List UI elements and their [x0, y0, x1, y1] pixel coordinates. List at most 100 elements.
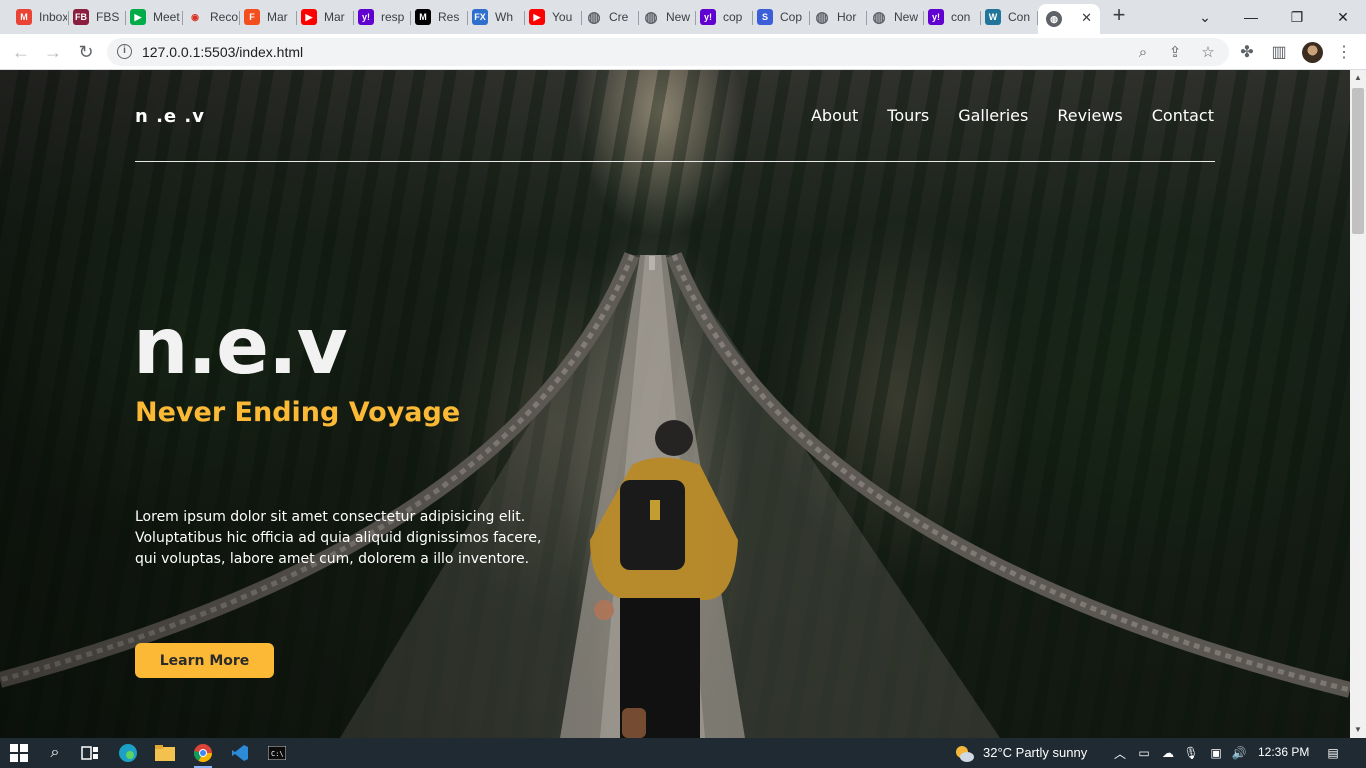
nav-tours[interactable]: Tours: [887, 106, 929, 125]
back-button[interactable]: ←: [9, 40, 33, 64]
extensions-icon[interactable]: ✤: [1237, 42, 1257, 62]
reload-button[interactable]: ↻: [74, 40, 98, 64]
nav-galleries[interactable]: Galleries: [958, 106, 1028, 125]
record-icon: ◉: [191, 11, 199, 22]
new-tab-button[interactable]: +: [1108, 4, 1130, 27]
fbs-icon: FB: [73, 9, 89, 25]
browser-tab[interactable]: y! resp: [350, 4, 411, 30]
chevron-up-icon[interactable]: ︿: [1112, 745, 1128, 761]
tab-title: Cop: [780, 10, 803, 24]
file-explorer-icon[interactable]: [154, 742, 176, 764]
globe-icon: ◍: [644, 9, 658, 26]
clock[interactable]: 12:36 PM: [1258, 745, 1309, 759]
youtube-icon: ▶: [529, 9, 545, 25]
browser-tab[interactable]: M Inbox: [8, 4, 69, 30]
browser-tab[interactable]: ◉ Record: [179, 4, 240, 30]
tab-title: Record: [210, 10, 238, 24]
nav-divider: [135, 161, 1215, 162]
search-icon[interactable]: ⌕: [44, 742, 66, 764]
browser-tab[interactable]: y! con: [920, 4, 981, 30]
browser-tab[interactable]: ▶ You: [521, 4, 582, 30]
browser-tab[interactable]: ◍ New: [863, 4, 924, 30]
tab-title: New: [894, 10, 919, 24]
url-text[interactable]: 127.0.0.1:5503/index.html: [142, 44, 303, 60]
network-icon[interactable]: ▣: [1208, 745, 1224, 761]
nav-about[interactable]: About: [811, 106, 858, 125]
tab-active[interactable]: ◍ ✕: [1038, 4, 1100, 34]
tab-title: Meet: [153, 10, 180, 24]
browser-tab[interactable]: ▶ Mar: [293, 4, 354, 30]
browser-tab[interactable]: W Con: [977, 4, 1038, 30]
youtube-icon: ▶: [301, 9, 317, 25]
forward-button[interactable]: →: [41, 40, 65, 64]
learn-more-button[interactable]: Learn More: [135, 643, 274, 678]
tab-title: FBS: [96, 10, 120, 24]
close-window-button[interactable]: ✕: [1320, 0, 1366, 34]
tab-title: cop: [723, 10, 743, 24]
browser-tab[interactable]: M Res: [407, 4, 468, 30]
browser-tab[interactable]: ◍ Hor: [806, 4, 867, 30]
windows-taskbar: ⌕ C:\ 32°C Partly sunny ︿ ▭ ☁ 🎙 ▣ 🔊 12:3…: [0, 738, 1366, 768]
tab-title: Cre: [609, 10, 629, 24]
vscode-icon[interactable]: [229, 742, 251, 764]
battery-icon[interactable]: ▭: [1136, 745, 1152, 761]
maximize-button[interactable]: ❐: [1274, 0, 1320, 34]
page-scrollbar[interactable]: ▲ ▼: [1350, 70, 1366, 738]
weather-icon[interactable]: [953, 743, 975, 763]
onedrive-icon[interactable]: ☁: [1160, 745, 1176, 761]
globe-icon: ◍: [587, 9, 601, 26]
tab-title: Mar: [267, 10, 288, 24]
windows-start-icon[interactable]: [8, 742, 30, 764]
fx-icon: FX: [472, 9, 488, 25]
browser-tab[interactable]: y! cop: [692, 4, 753, 30]
menu-icon[interactable]: ⋮: [1334, 42, 1354, 62]
nav-reviews[interactable]: Reviews: [1057, 106, 1122, 125]
bookmark-star-icon[interactable]: ☆: [1199, 43, 1217, 61]
browser-tab[interactable]: FX Wh: [464, 4, 525, 30]
globe-icon: ◍: [1046, 11, 1062, 27]
yahoo-icon: y!: [358, 9, 374, 25]
site-logo[interactable]: n .e .v: [135, 106, 205, 127]
site-info-icon[interactable]: i: [117, 44, 132, 59]
chrome-icon[interactable]: [192, 742, 214, 768]
browser-tab[interactable]: ◍ Cre: [578, 4, 639, 30]
weather-text[interactable]: 32°C Partly sunny: [983, 745, 1087, 760]
browser-toolbar: ← → ↻ i 127.0.0.1:5503/index.html ⌕ ⇪ ☆ …: [0, 34, 1366, 70]
browser-tab[interactable]: F Mar: [236, 4, 297, 30]
browser-tab[interactable]: S Cop: [749, 4, 810, 30]
minimize-button[interactable]: —: [1228, 0, 1274, 34]
yahoo-icon: y!: [928, 9, 944, 25]
close-tab-icon[interactable]: ✕: [1081, 10, 1092, 26]
page-viewport: n .e .v About Tours Galleries Reviews Co…: [0, 70, 1350, 738]
terminal-icon[interactable]: C:\: [266, 742, 288, 764]
edge-icon[interactable]: [117, 742, 139, 764]
share-icon[interactable]: ⇪: [1166, 43, 1184, 61]
meet-icon: ▶: [130, 9, 146, 25]
globe-icon: ◍: [872, 9, 886, 26]
nav-contact[interactable]: Contact: [1152, 106, 1214, 125]
tab-title: You: [552, 10, 573, 24]
tab-title: New: [666, 10, 691, 24]
tab-title: Inbox: [39, 10, 67, 24]
zoom-icon[interactable]: ⌕: [1134, 43, 1152, 61]
svg-text:C:\: C:\: [271, 750, 284, 758]
tab-title: Wh: [495, 10, 513, 24]
scroll-down-icon[interactable]: ▼: [1354, 726, 1362, 734]
wordpress-icon: W: [985, 9, 1001, 25]
browser-tab[interactable]: FB FBS: [65, 4, 126, 30]
scroll-thumb[interactable]: [1352, 88, 1364, 234]
gmail-icon: M: [16, 9, 32, 25]
profile-avatar[interactable]: [1302, 42, 1323, 63]
browser-tab[interactable]: ▶ Meet: [122, 4, 183, 30]
task-view-icon[interactable]: [79, 742, 101, 764]
side-panel-icon[interactable]: ▥: [1269, 42, 1289, 62]
microphone-icon[interactable]: 🎙: [1183, 745, 1199, 761]
browser-tab[interactable]: ◍ New: [635, 4, 696, 30]
tab-search-icon[interactable]: ⌄: [1182, 0, 1228, 34]
scroll-up-icon[interactable]: ▲: [1354, 74, 1362, 82]
notifications-icon[interactable]: ▤: [1325, 745, 1341, 761]
volume-icon[interactable]: 🔊: [1231, 745, 1247, 761]
tab-title: Hor: [837, 10, 857, 24]
address-bar[interactable]: i 127.0.0.1:5503/index.html ⌕ ⇪ ☆: [107, 38, 1229, 66]
tab-title: Res: [438, 10, 460, 24]
